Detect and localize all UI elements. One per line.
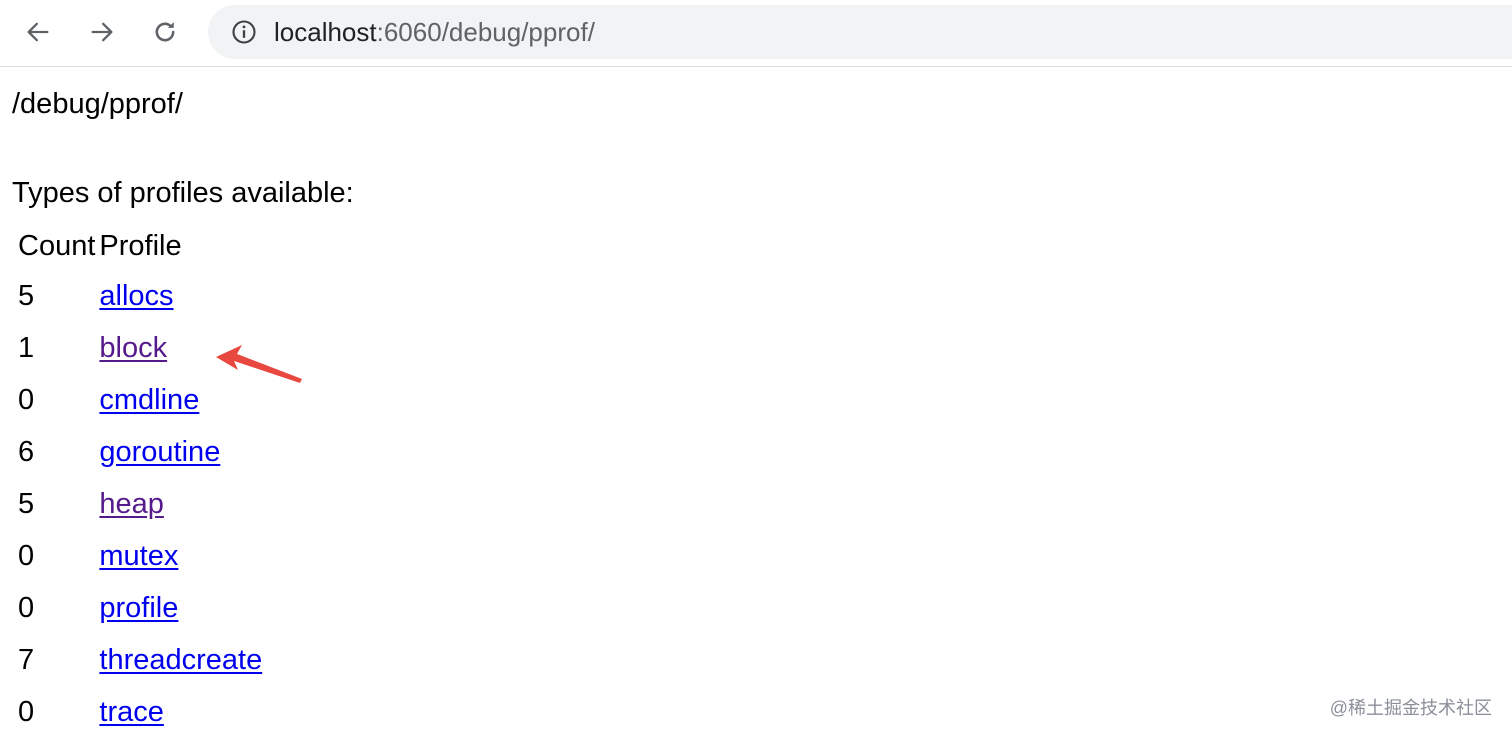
forward-button[interactable] (82, 12, 122, 52)
table-row: 7 threadcreate (18, 634, 262, 686)
url-host: localhost (274, 17, 377, 47)
profile-cell: allocs (99, 270, 262, 322)
count-header: Count (18, 229, 96, 262)
profile-link-allocs[interactable]: allocs (99, 280, 173, 312)
profile-link-mutex[interactable]: mutex (99, 540, 178, 572)
profiles-subtitle: Types of profiles available: (12, 177, 354, 209)
profile-link-trace[interactable]: trace (99, 696, 163, 728)
annotation-arrow-shape (216, 345, 302, 383)
profile-count: 0 (18, 383, 35, 416)
annotation-arrow (216, 345, 302, 383)
reload-button[interactable] (145, 12, 185, 52)
profile-count: 5 (18, 279, 35, 312)
profile-cell: trace (99, 686, 262, 738)
profiles-table: Count Profile 5 allocs 1 block 0 cmdline 6 goro… (14, 222, 266, 738)
profile-link-cmdline[interactable]: cmdline (99, 384, 199, 416)
table-row: 0 profile (18, 582, 262, 634)
table-row: 6 goroutine (18, 426, 262, 478)
reload-icon (155, 22, 175, 42)
profile-count: 1 (18, 331, 35, 364)
table-row: 5 heap (18, 478, 262, 530)
browser-toolbar: localhost:6060/debug/pprof/ (0, 0, 1512, 67)
profile-link-block[interactable]: block (99, 332, 167, 364)
table-row: 0 trace (18, 686, 262, 738)
table-row: 0 mutex (18, 530, 262, 582)
profile-count: 0 (18, 591, 35, 624)
arrow-left-icon (27, 22, 49, 42)
arrow-right-icon (91, 22, 113, 42)
page-title: /debug/pprof/ (12, 88, 183, 120)
table-row: 5 allocs (18, 270, 262, 322)
profile-link-profile[interactable]: profile (99, 592, 178, 624)
back-button[interactable] (18, 12, 58, 52)
address-bar[interactable]: localhost:6060/debug/pprof/ (208, 5, 1512, 59)
profile-count: 5 (18, 487, 35, 520)
url-path: :6060/debug/pprof/ (376, 17, 595, 47)
url-text[interactable]: localhost:6060/debug/pprof/ (274, 17, 595, 47)
profile-header: Profile (99, 229, 182, 262)
profile-cell: profile (99, 582, 262, 634)
profile-cell: threadcreate (99, 634, 262, 686)
profile-count: 7 (18, 643, 35, 676)
table-header-row: Count Profile (18, 222, 262, 270)
profile-count: 6 (18, 435, 35, 468)
profile-link-heap[interactable]: heap (99, 488, 164, 520)
info-circle-icon[interactable] (230, 18, 258, 46)
profile-cell: goroutine (99, 426, 262, 478)
profile-count: 0 (18, 539, 35, 572)
watermark: @稀土掘金技术社区 (1329, 698, 1492, 718)
profile-cell: mutex (99, 530, 262, 582)
profile-link-threadcreate[interactable]: threadcreate (99, 644, 262, 676)
profile-link-goroutine[interactable]: goroutine (99, 436, 220, 468)
profile-count: 0 (18, 695, 35, 728)
profile-cell: heap (99, 478, 262, 530)
